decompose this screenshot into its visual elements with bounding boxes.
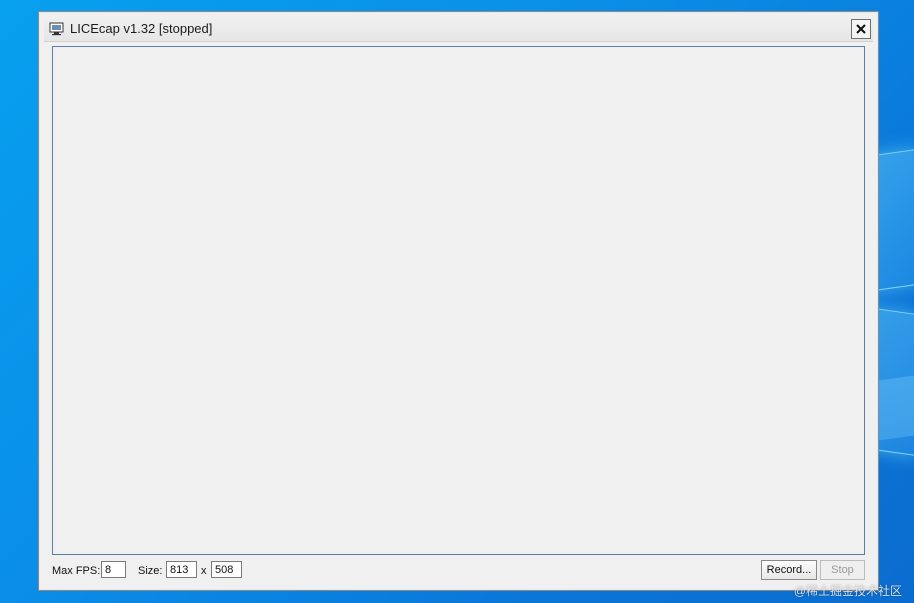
size-separator: x <box>201 565 207 577</box>
window-title: LICEcap v1.32 [stopped] <box>70 21 213 36</box>
max-fps-label: Max FPS: <box>52 565 101 577</box>
width-input[interactable]: 813 <box>166 561 197 578</box>
watermark-text: @稀土掘金技术社区 <box>793 584 902 598</box>
close-button[interactable] <box>851 19 871 39</box>
desktop-background: LICEcap v1.32 [stopped] Max FPS: 8 Size:… <box>0 0 914 603</box>
close-icon <box>856 24 866 34</box>
size-label: Size: <box>138 565 163 577</box>
height-input[interactable]: 508 <box>211 561 242 578</box>
max-fps-input[interactable]: 8 <box>101 561 126 578</box>
licecap-app-icon <box>49 22 64 36</box>
licecap-window: LICEcap v1.32 [stopped] Max FPS: 8 Size:… <box>38 11 879 591</box>
stop-button[interactable]: Stop <box>820 560 865 580</box>
record-button[interactable]: Record... <box>761 560 817 580</box>
capture-area[interactable] <box>52 46 865 555</box>
controls-bar: Max FPS: 8 Size: 813 x 508 Record... Sto… <box>52 560 865 582</box>
title-bar[interactable]: LICEcap v1.32 [stopped] <box>44 17 873 42</box>
